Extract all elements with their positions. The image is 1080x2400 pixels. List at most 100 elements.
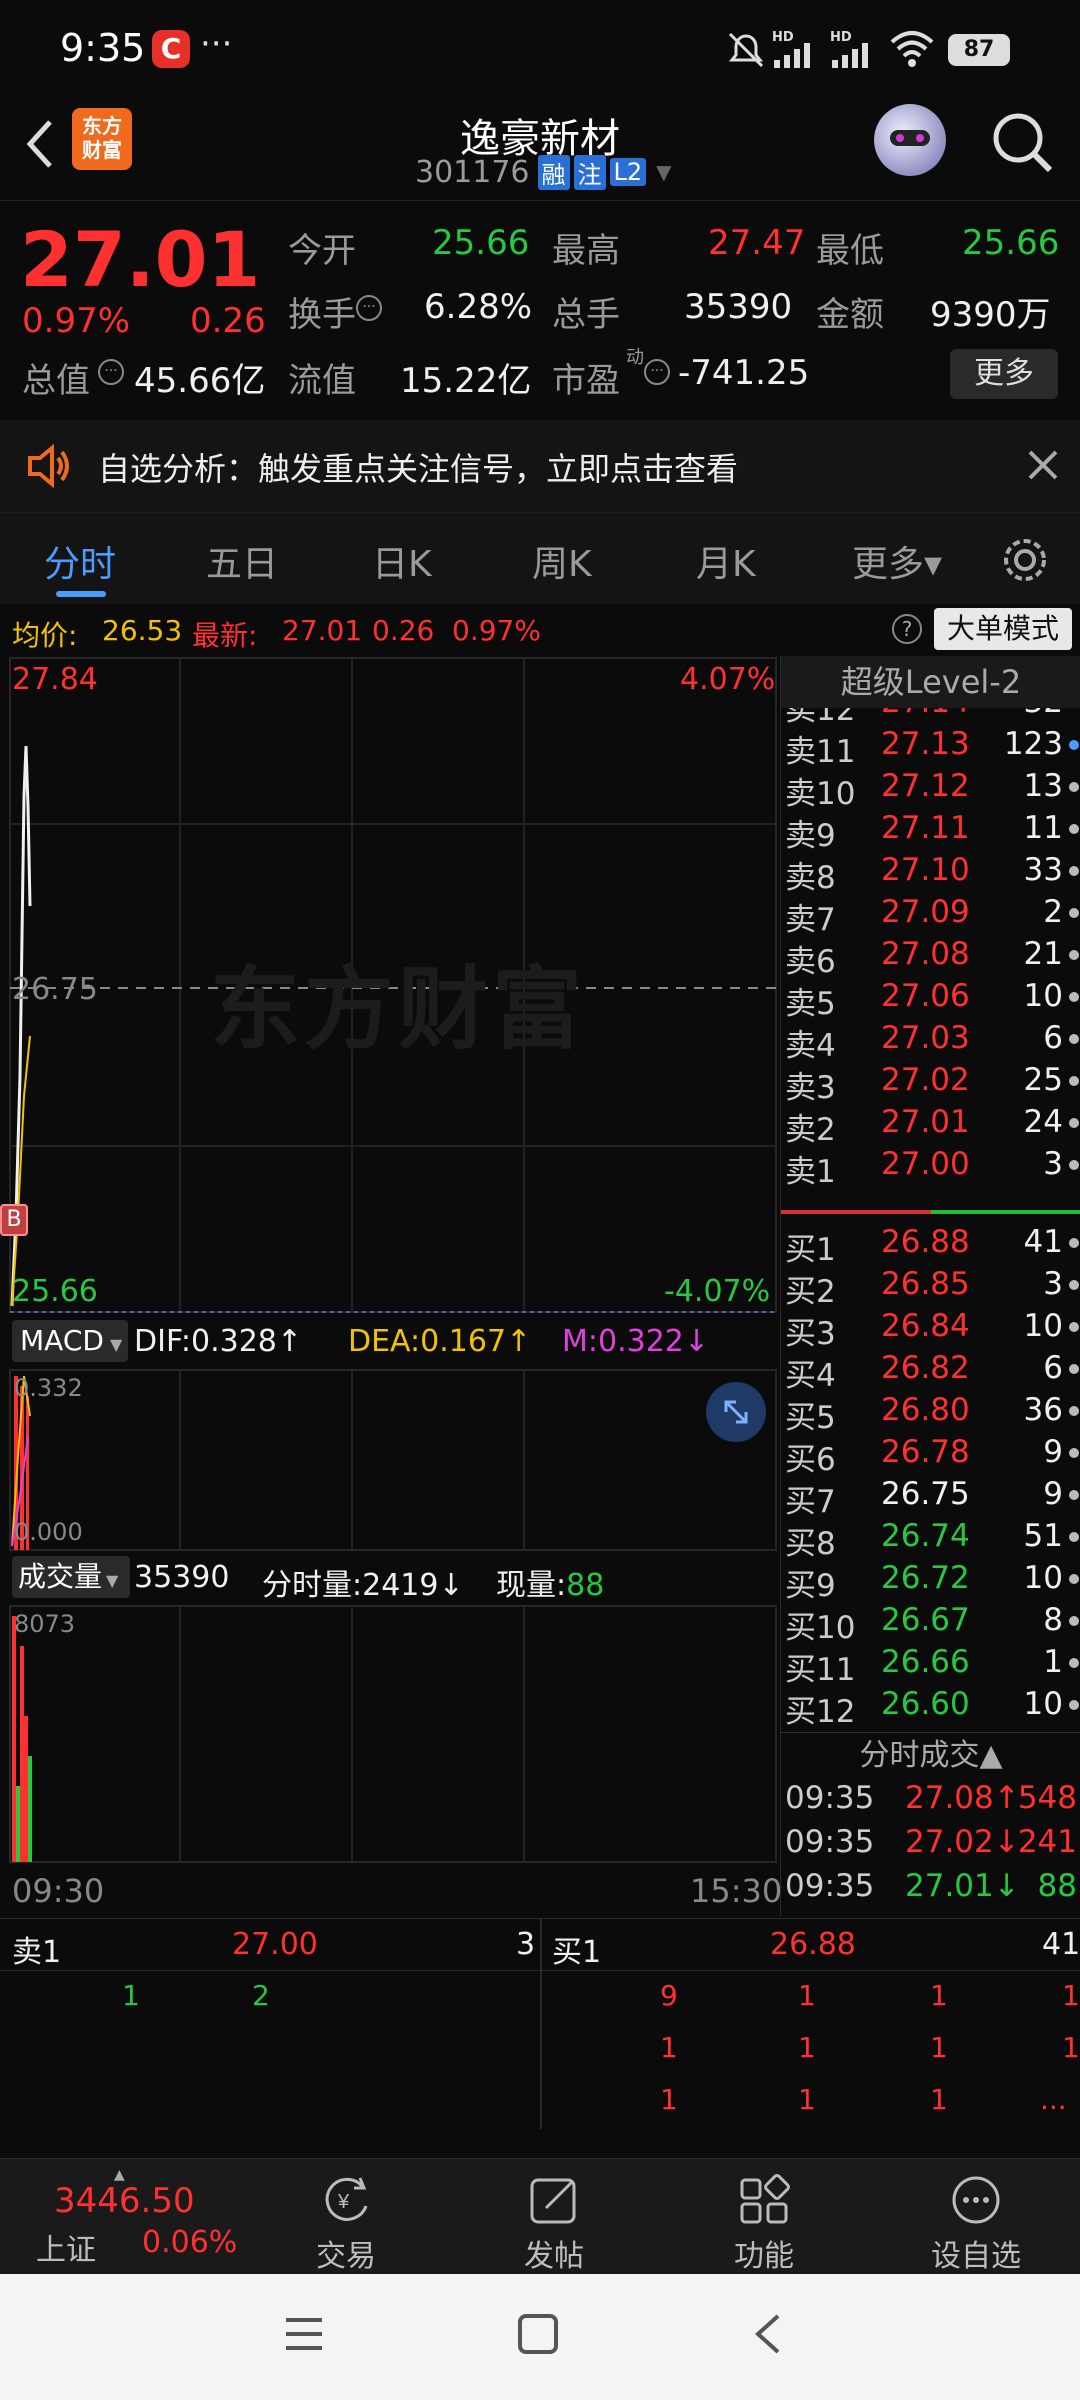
ask-row[interactable]: 卖1 27.00 3 (781, 1146, 1080, 1190)
latest-value: 27.01 (282, 614, 363, 647)
minute-volume-label: 分时量: (262, 1568, 363, 1603)
order-book[interactable]: 超级Level-2 卖1 2 27.14 32 卖11 27.13 123 卖10 27.12 1… (780, 656, 1080, 1916)
index-value[interactable]: 3446.50 (54, 2181, 195, 2221)
macd-selector[interactable]: MACD ▼ (12, 1320, 128, 1362)
buy-marker[interactable]: B (0, 1204, 28, 1236)
ask-row[interactable]: 卖5 27.06 10 (781, 978, 1080, 1022)
ask-row[interactable]: 卖2 27.01 24 (781, 1104, 1080, 1148)
level2-header[interactable]: 超级Level-2 (781, 656, 1080, 708)
bid-row[interactable]: 买3 26.84 10 (781, 1308, 1080, 1352)
period-tabs: 分时 五日 日K 周K 月K 更多▾ (0, 512, 1080, 604)
trade-tick-row: 09:35 27.01↓ 88 (781, 1868, 1080, 1910)
wifi-icon (890, 31, 934, 67)
stock-header: 东方 财富 逸豪新材 301176 融 注 L2 ▼ (0, 100, 1080, 200)
ask-level: 卖7 (785, 902, 836, 938)
help-icon[interactable]: ? (892, 614, 922, 644)
ask-row[interactable]: 卖10 27.12 13 (781, 768, 1080, 812)
ask-dot-icon (1069, 1034, 1079, 1044)
tab-daily-k[interactable]: 日K (372, 535, 432, 587)
bid-row[interactable]: 买11 26.66 1 (781, 1644, 1080, 1688)
bid-row[interactable]: 买4 26.82 6 (781, 1350, 1080, 1394)
trade-ticks-header[interactable]: 分时成交▲ (781, 1732, 1080, 1778)
tab-more[interactable]: 更多▾ (852, 535, 942, 587)
bid-dot-icon (1069, 1658, 1079, 1668)
volume-selector[interactable]: 成交量 ▼ (12, 1556, 130, 1598)
grid-icon (740, 2174, 790, 2224)
ask-price: 27.09 (881, 894, 970, 930)
ask-dot-icon (1069, 1160, 1079, 1170)
amount-label: 金额 (816, 295, 884, 335)
bid-row[interactable]: 买10 26.67 8 (781, 1602, 1080, 1646)
bid-row[interactable]: 买1 26.88 41 (781, 1224, 1080, 1268)
ask-price: 27.10 (881, 852, 970, 888)
more-button[interactable]: 更多 (950, 349, 1058, 399)
ask-row[interactable]: 卖4 27.03 6 (781, 1020, 1080, 1064)
nav-add-watchlist[interactable]: 设自选 (906, 2169, 1046, 2275)
intraday-chart[interactable]: 东方财富 27.84 4.07% 26.75 25.66 -4.07% B MA… (0, 656, 782, 1916)
ask-level: 卖2 (785, 1112, 836, 1148)
bid-price: 26.88 (881, 1224, 970, 1260)
bid-row[interactable]: 买8 26.74 51 (781, 1518, 1080, 1562)
nav-function[interactable]: 功能 (694, 2169, 834, 2275)
ask-level: 卖11 (785, 734, 856, 770)
robot-assistant-icon[interactable] (874, 104, 946, 176)
edit-icon (530, 2178, 576, 2224)
bid-price: 26.84 (881, 1308, 970, 1344)
bid-price: 26.78 (881, 1434, 970, 1470)
bid-volume: 3 (1043, 1266, 1063, 1302)
ask-row[interactable]: 卖8 27.10 33 (781, 852, 1080, 896)
bid-row[interactable]: 买5 26.80 36 (781, 1392, 1080, 1436)
ask-row[interactable]: 卖9 27.11 11 (781, 810, 1080, 854)
bid-row[interactable]: 买12 26.60 10 (781, 1686, 1080, 1730)
ask-row[interactable]: 卖1227.1432 (781, 708, 1080, 728)
bid-level: 买5 (785, 1400, 836, 1436)
mktcap-label: 总值 (22, 361, 90, 401)
info-icon[interactable]: ··· (644, 359, 670, 385)
ask-price: 27.00 (881, 1146, 970, 1182)
home-icon[interactable] (516, 2312, 560, 2356)
bid-volume: 36 (1023, 1392, 1063, 1428)
bid-price: 26.66 (881, 1644, 970, 1680)
bid-row[interactable]: 买6 26.78 9 (781, 1434, 1080, 1478)
avg-value: 26.53 (102, 614, 183, 647)
pe-dynamic-tag: 动 (626, 347, 644, 368)
info-icon[interactable]: ··· (356, 295, 382, 321)
ask-level: 卖1 (785, 1154, 836, 1190)
menu-icon[interactable] (282, 2314, 326, 2354)
ask-dot-icon (1069, 950, 1079, 960)
bid-volume: 10 (1023, 1308, 1063, 1344)
bid-row[interactable]: 买7 26.75 9 (781, 1476, 1080, 1520)
ask-row[interactable]: 卖3 27.02 25 (781, 1062, 1080, 1106)
bid-row[interactable]: 买2 26.85 3 (781, 1266, 1080, 1310)
tab-five-day[interactable]: 五日 (206, 535, 278, 587)
bid-level: 买4 (785, 1358, 836, 1394)
tab-monthly-k[interactable]: 月K (696, 535, 756, 587)
bid-volume: 6 (1043, 1350, 1063, 1386)
signal-banner[interactable]: 自选分析：触发重点关注信号，立即点击查看 (0, 420, 1080, 512)
info-icon[interactable]: ··· (98, 359, 124, 385)
bid-level: 买11 (785, 1652, 856, 1688)
ask-row[interactable]: 卖6 27.08 21 (781, 936, 1080, 980)
settings-icon[interactable] (1000, 535, 1050, 585)
queue-bid-item: 1 (930, 2031, 948, 2064)
queue-bid-item: 1 (1062, 1979, 1080, 2012)
nav-post[interactable]: 发帖 (484, 2169, 624, 2275)
bid-level: 买2 (785, 1274, 836, 1310)
trade-time: 09:35 (785, 1780, 875, 1816)
ask-price: 27.08 (881, 936, 970, 972)
signal-icon-1 (774, 43, 810, 68)
tab-weekly-k[interactable]: 周K (532, 535, 592, 587)
back-nav-icon[interactable] (748, 2312, 788, 2356)
expand-icon[interactable] (706, 1382, 766, 1442)
ask-row[interactable]: 卖7 27.09 2 (781, 894, 1080, 938)
stock-code-row[interactable]: 301176 融 注 L2 ▼ (415, 154, 672, 190)
macd-m: M:0.322↓ (562, 1324, 709, 1359)
close-icon[interactable] (1024, 446, 1062, 484)
bid-row[interactable]: 买9 26.72 10 (781, 1560, 1080, 1604)
nav-trade[interactable]: ¥ 交易 (276, 2169, 416, 2275)
tab-intraday[interactable]: 分时 (44, 535, 116, 587)
macd-top-value: 0.332 (14, 1374, 83, 1402)
search-icon[interactable] (990, 110, 1056, 176)
big-order-mode-button[interactable]: 大单模式 (934, 608, 1072, 650)
ask-row[interactable]: 卖11 27.13 123 (781, 726, 1080, 770)
